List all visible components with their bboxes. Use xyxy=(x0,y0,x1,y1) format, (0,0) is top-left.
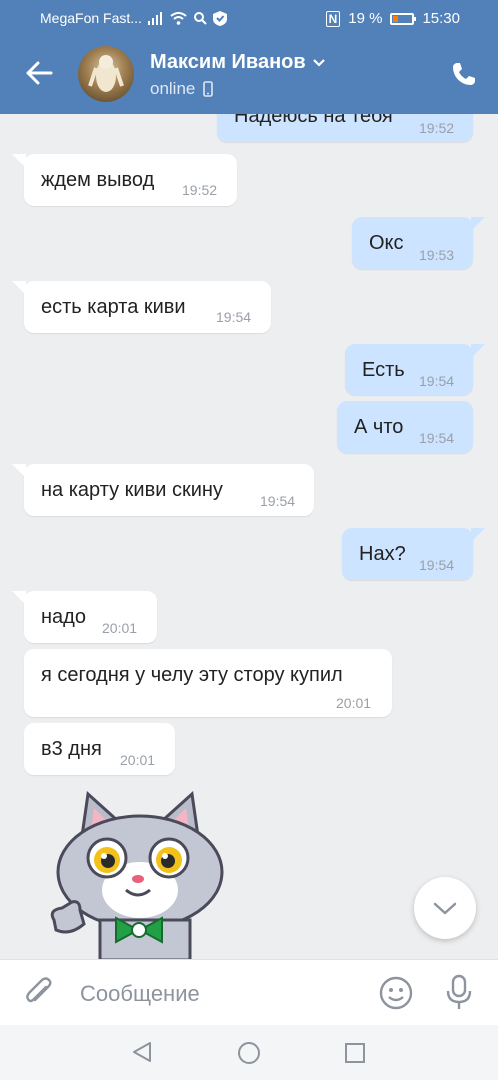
message-text: Окс xyxy=(369,232,404,254)
message-out[interactable]: А что 19:54 xyxy=(337,401,473,453)
scroll-down-button[interactable] xyxy=(414,877,476,939)
message-text: на карту киви скину xyxy=(41,479,223,501)
message-time: 19:52 xyxy=(182,182,218,198)
recents-square-icon[interactable] xyxy=(344,1042,366,1064)
message-in[interactable]: в3 дня 20:01 xyxy=(24,723,175,775)
contact-name-label: Максим Иванов xyxy=(150,51,306,73)
search-status-icon xyxy=(193,12,207,25)
message-composer: Сообщение xyxy=(0,959,498,1026)
message-time: 20:01 xyxy=(102,620,138,636)
battery-icon xyxy=(390,12,417,25)
message-in[interactable]: ждем вывод 19:52 xyxy=(12,154,237,206)
online-status: online xyxy=(150,79,214,99)
message-time: 19:54 xyxy=(419,430,455,446)
message-time: 19:53 xyxy=(419,247,455,263)
carrier-name: MegaFon Fast... xyxy=(40,10,142,26)
message-out[interactable]: Есть 19:54 xyxy=(345,344,485,395)
message-text: Надеюсь на тебя xyxy=(234,114,393,127)
message-text: есть карта киви xyxy=(41,296,186,318)
message-time: 19:54 xyxy=(419,557,455,573)
chat-header: Максим Иванов online xyxy=(0,38,498,114)
nfc-icon: N xyxy=(325,10,341,27)
message-out[interactable]: Окс 19:53 xyxy=(352,217,485,269)
message-text: Нах? xyxy=(359,543,406,565)
signal-icon xyxy=(147,11,162,25)
message-text: ждем вывод xyxy=(41,169,155,191)
message-time: 19:54 xyxy=(216,309,252,325)
system-navigation-bar xyxy=(0,1025,498,1080)
message-out[interactable]: Надеюсь на тебя 19:52 xyxy=(217,114,473,142)
battery-percent: 19 % xyxy=(348,10,383,27)
microphone-icon[interactable] xyxy=(444,974,474,1012)
shield-icon xyxy=(212,10,227,26)
wifi-icon xyxy=(170,11,187,25)
message-list[interactable]: Надеюсь на тебя 19:52 ждем вывод 19:52 О… xyxy=(0,114,498,959)
message-input[interactable]: Сообщение xyxy=(80,981,200,1007)
message-time: 20:01 xyxy=(336,695,372,711)
message-in[interactable]: я сегодня у челу эту стору купил 20:01 xyxy=(24,649,392,717)
clock: 15:30 xyxy=(422,10,460,27)
emoji-icon[interactable] xyxy=(379,976,413,1010)
message-text: А что xyxy=(354,416,404,438)
message-text: я сегодня у челу эту стору купил xyxy=(41,664,343,686)
message-text: Есть xyxy=(362,359,405,381)
chevron-down-icon xyxy=(433,902,457,915)
contact-name[interactable]: Максим Иванов xyxy=(150,51,326,74)
message-time: 19:54 xyxy=(419,373,455,389)
phone-icon[interactable] xyxy=(450,60,478,88)
message-time: 19:54 xyxy=(260,493,296,509)
message-out[interactable]: Нах? 19:54 xyxy=(342,528,485,580)
message-time: 20:01 xyxy=(120,752,156,768)
mobile-device-icon xyxy=(203,81,214,97)
message-text: надо xyxy=(41,606,86,628)
message-in[interactable]: есть карта киви 19:54 xyxy=(12,281,271,333)
message-time: 19:52 xyxy=(419,120,455,136)
status-label: online xyxy=(150,79,196,98)
message-text: в3 дня xyxy=(41,738,102,760)
message-in[interactable]: на карту киви скину 19:54 xyxy=(12,464,314,516)
avatar[interactable] xyxy=(78,46,134,102)
home-circle-icon[interactable] xyxy=(237,1041,261,1065)
paperclip-icon[interactable] xyxy=(24,977,54,1009)
status-bar: MegaFon Fast... N 19 % 15:30 xyxy=(0,0,498,38)
message-in[interactable]: надо 20:01 xyxy=(12,591,157,643)
back-arrow-icon[interactable] xyxy=(24,58,54,88)
cat-sticker-icon[interactable] xyxy=(40,790,240,959)
chevron-down-icon xyxy=(312,58,325,67)
back-triangle-icon[interactable] xyxy=(131,1041,153,1063)
